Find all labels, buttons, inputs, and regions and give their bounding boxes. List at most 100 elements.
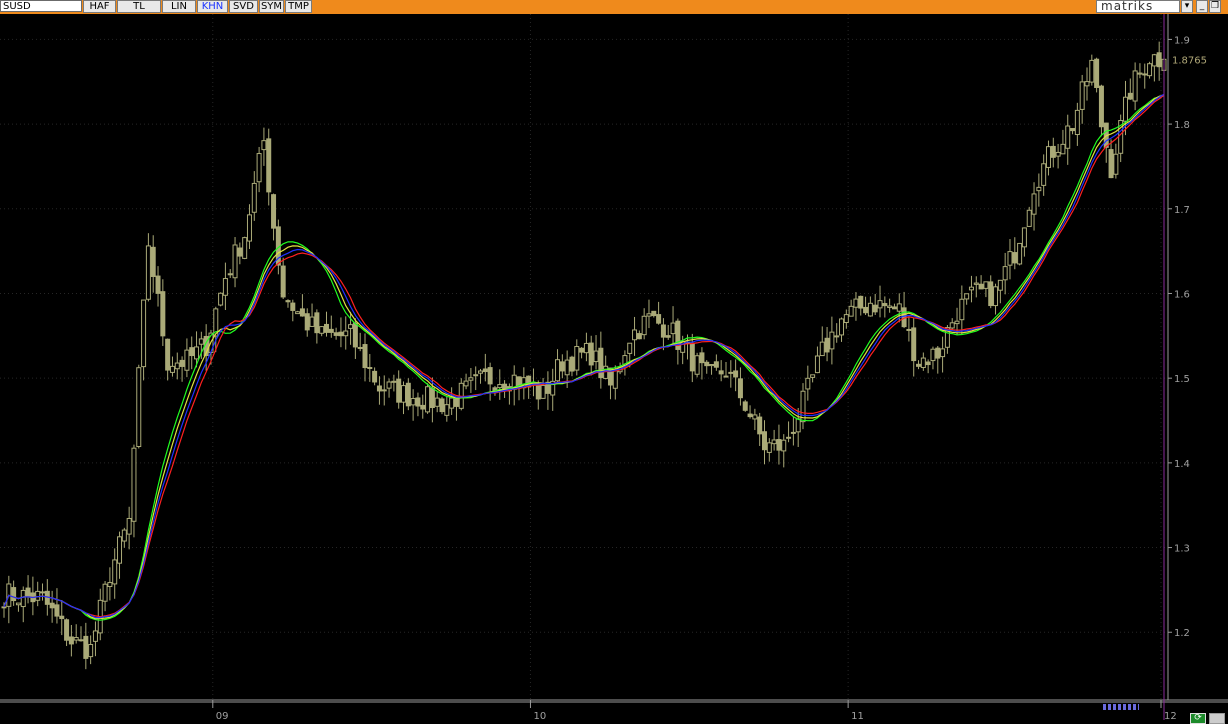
minimize-icon[interactable]: _	[1196, 0, 1208, 13]
candle-body	[718, 370, 724, 375]
candle-body	[381, 389, 387, 392]
candle-body	[145, 245, 151, 300]
candle-body	[694, 355, 700, 375]
candle-body	[612, 368, 618, 389]
candle-body	[367, 366, 373, 369]
lin-button[interactable]: LIN	[162, 0, 196, 13]
y-tick-label: 1.7	[1174, 205, 1190, 216]
candle-body	[598, 347, 604, 379]
sym-button[interactable]: SYM	[259, 0, 284, 13]
candle-body	[1060, 143, 1066, 155]
candle-body	[632, 329, 638, 341]
candle-body	[112, 559, 118, 585]
candle-body	[1113, 153, 1119, 175]
candle-body	[699, 352, 705, 364]
tmp-button[interactable]: TMP	[285, 0, 312, 13]
candle-body	[742, 401, 748, 411]
candle-body	[1098, 85, 1104, 128]
candle-body	[771, 439, 777, 445]
candle-body	[559, 361, 565, 372]
candle-body	[502, 383, 508, 390]
candle-body	[1031, 193, 1037, 215]
candle-body	[1094, 58, 1100, 88]
candle-body	[973, 282, 979, 285]
candle-body	[555, 359, 561, 382]
brand-logo: matriks	[1096, 0, 1180, 13]
candle-body	[405, 382, 411, 407]
candle-body	[1084, 81, 1090, 87]
symbol-input[interactable]: SUSD	[0, 0, 82, 12]
candle-body	[1070, 128, 1076, 132]
khn-button[interactable]: KHN	[197, 0, 228, 13]
svd-button[interactable]: SVD	[229, 0, 258, 13]
refresh-icon[interactable]: ⟳	[1190, 713, 1206, 724]
candle-body	[410, 398, 416, 406]
candle-body	[68, 636, 74, 645]
candle-body	[1147, 63, 1153, 77]
candle-body	[776, 439, 782, 451]
candle-body	[916, 363, 922, 367]
tl-button[interactable]: TL	[117, 0, 161, 13]
y-tick-label: 1.6	[1174, 289, 1190, 300]
candle-body	[497, 384, 503, 389]
candle-body	[401, 385, 407, 403]
candle-body	[603, 365, 609, 379]
restore-icon[interactable]: ❐	[1209, 0, 1221, 13]
candle-body	[439, 398, 445, 413]
candle-body	[569, 356, 575, 372]
candle-body	[160, 291, 166, 337]
candle-body	[174, 362, 180, 370]
candle-body	[25, 587, 31, 597]
candle-body	[242, 237, 248, 259]
candle-body	[73, 637, 79, 641]
candle-body	[372, 370, 378, 383]
candle-body	[906, 328, 912, 331]
moving-averages	[3, 93, 1165, 621]
candle-body	[757, 416, 763, 435]
candle-body	[949, 322, 955, 329]
moving-average-line	[3, 94, 1165, 618]
candle-body	[665, 335, 671, 338]
candle-body	[59, 615, 65, 620]
candle-body	[689, 342, 695, 372]
candle-body	[15, 602, 21, 606]
settings-icon[interactable]	[1209, 713, 1225, 724]
chevron-down-icon[interactable]: ▾	[1181, 0, 1193, 13]
scroll-indicator[interactable]	[1103, 704, 1139, 710]
candle-body	[246, 214, 252, 242]
candle-body	[328, 328, 334, 333]
candle-body	[593, 350, 599, 363]
candle-body	[121, 529, 127, 542]
last-price-label: 1.8765	[1172, 55, 1207, 66]
moving-average-line	[3, 94, 1165, 620]
candle-body	[814, 355, 820, 374]
candle-body	[198, 338, 204, 345]
moving-average-line	[3, 93, 1165, 619]
haf-button[interactable]: HAF	[83, 0, 116, 13]
candle-body	[588, 342, 594, 366]
candle-body	[218, 292, 224, 306]
x-tick-label: 12	[1164, 711, 1177, 722]
y-tick-label: 1.8	[1174, 120, 1190, 131]
candle-body	[656, 314, 662, 324]
candles	[1, 41, 1167, 670]
candle-body	[1045, 146, 1051, 168]
candle-body	[887, 305, 893, 308]
candle-body	[863, 306, 869, 314]
price-chart[interactable]: 1.2 1.3 1.4 1.5 1.6 1.7 1.8 1.9 09 10 11 12 1.8765	[0, 14, 1228, 724]
candle-body	[940, 348, 946, 358]
y-tick-label: 1.2	[1174, 628, 1190, 639]
candle-body	[660, 324, 666, 338]
candle-body	[169, 365, 175, 373]
x-tick-label: 11	[851, 711, 864, 722]
candle-body	[1142, 73, 1148, 76]
chart-grid	[0, 14, 1168, 700]
candle-body	[954, 320, 960, 325]
candle-body	[107, 582, 113, 587]
candle-body	[194, 346, 200, 360]
candle-body	[333, 332, 339, 336]
candle-body	[959, 298, 965, 321]
candle-body	[733, 370, 739, 378]
candle-body	[376, 385, 382, 392]
candle-body	[728, 371, 734, 374]
